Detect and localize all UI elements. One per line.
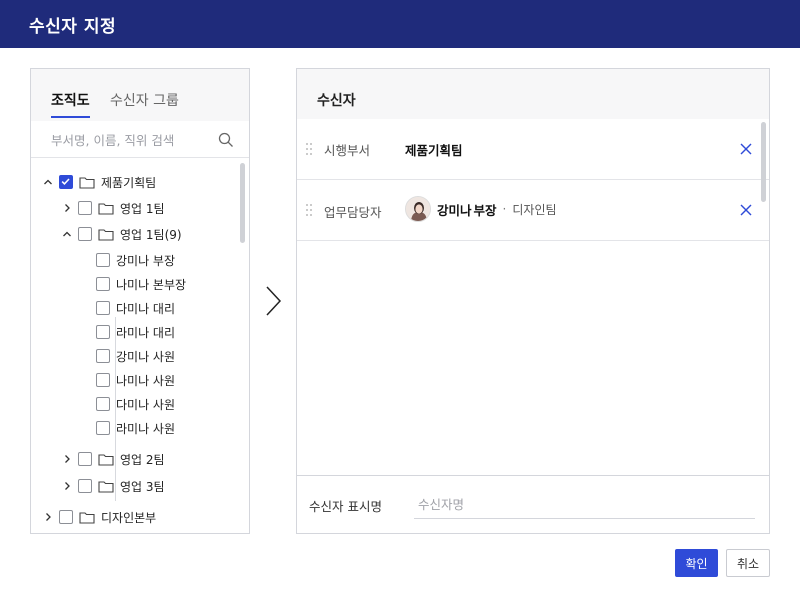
tree-node-dept[interactable]: 영업 2팀 <box>60 448 165 470</box>
checkbox[interactable] <box>96 397 110 411</box>
org-chart-panel: 조직도 수신자 그룹 제품기획팀 영업 1팀 영업 1팀 <box>30 68 250 534</box>
checkbox[interactable] <box>59 510 73 524</box>
tree-guide-line <box>115 317 116 501</box>
checkbox[interactable] <box>96 349 110 363</box>
dialog-title: 수신자 지정 <box>29 17 117 37</box>
folder-icon <box>98 480 114 493</box>
display-name-label: 수신자 표시명 <box>309 499 382 514</box>
tree-node-label: 영업 2팀 <box>120 452 165 467</box>
checkbox-checked[interactable] <box>59 175 73 189</box>
folder-icon <box>98 228 114 241</box>
recipient-role: 시행부서 <box>324 143 371 158</box>
tree-node-label: 나미나 사원 <box>116 373 176 388</box>
confirm-button[interactable]: 확인 <box>675 549 718 577</box>
tree-node-person[interactable]: 나미나 사원 <box>96 369 175 391</box>
folder-icon <box>79 176 95 189</box>
tree-node-person[interactable]: 라미나 사원 <box>96 417 175 439</box>
tab-recipient-group[interactable]: 수신자 그룹 <box>110 90 179 110</box>
org-tree: 제품기획팀 영업 1팀 영업 1팀(9) 강미나 부장 나미나 본부장 다미나 … <box>31 159 249 533</box>
recipient-role: 업무담당자 <box>324 205 382 220</box>
tree-node-label: 라미나 사원 <box>116 421 176 436</box>
recipients-scrollbar[interactable] <box>761 122 766 202</box>
remove-icon[interactable] <box>739 203 753 217</box>
tree-scrollbar[interactable] <box>240 163 245 243</box>
checkbox[interactable] <box>96 301 110 315</box>
avatar <box>405 196 431 222</box>
tree-node-label: 강미나 사원 <box>116 349 176 364</box>
drag-handle-icon[interactable] <box>305 203 313 217</box>
tree-node-dept[interactable]: 제품기획팀 <box>41 171 156 193</box>
checkbox[interactable] <box>78 452 92 466</box>
dialog-titlebar: 수신자 지정 <box>0 0 800 48</box>
tree-node-dept[interactable]: 영업 1팀 <box>60 197 165 219</box>
chevron-up-icon[interactable] <box>60 227 74 241</box>
tree-node-person[interactable]: 강미나 부장 <box>96 249 175 271</box>
checkbox[interactable] <box>96 421 110 435</box>
folder-icon <box>98 453 114 466</box>
tree-node-dept[interactable]: 디자인본부 <box>41 506 156 528</box>
chevron-up-icon[interactable] <box>41 175 55 189</box>
active-tab-indicator <box>51 116 90 118</box>
tree-node-person[interactable]: 강미나 사원 <box>96 345 175 367</box>
tree-node-person[interactable]: 다미나 대리 <box>96 297 175 319</box>
tree-node-person[interactable]: 다미나 사원 <box>96 393 175 415</box>
chevron-right-icon[interactable] <box>60 452 74 466</box>
checkbox[interactable] <box>96 277 110 291</box>
panel-tabs: 조직도 수신자 그룹 <box>31 69 249 121</box>
recipient-name: 제품기획팀 <box>405 143 463 158</box>
tree-node-label: 다미나 대리 <box>116 301 176 316</box>
cancel-button[interactable]: 취소 <box>726 549 770 577</box>
add-recipient-arrow-icon[interactable] <box>262 284 284 318</box>
display-name-input[interactable] <box>414 490 755 519</box>
recipient-row[interactable]: 업무담당자 강미나 부장 · 디자인팀 <box>297 180 769 241</box>
tree-node-label: 제품기획팀 <box>101 175 157 190</box>
tree-node-label: 라미나 대리 <box>116 325 176 340</box>
separator-dot: · <box>502 202 507 216</box>
tree-node-label: 디자인본부 <box>101 510 157 525</box>
tree-node-label: 다미나 사원 <box>116 397 176 412</box>
search-icon[interactable] <box>218 132 234 148</box>
drag-handle-icon[interactable] <box>305 142 313 156</box>
tree-node-label: 나미나 본부장 <box>116 277 187 292</box>
checkbox[interactable] <box>78 227 92 241</box>
recipients-panel: 수신자 시행부서 제품기획팀 업무담당자 강미나 부장 · 디자인팀 수신자 표… <box>296 68 770 534</box>
chevron-right-icon[interactable] <box>41 510 55 524</box>
recipient-person-position: 부장 <box>473 202 497 218</box>
tree-node-label: 강미나 부장 <box>116 253 176 268</box>
checkbox[interactable] <box>96 325 110 339</box>
checkbox[interactable] <box>78 479 92 493</box>
folder-icon <box>98 202 114 215</box>
chevron-right-icon[interactable] <box>60 479 74 493</box>
tree-node-dept[interactable]: 영업 3팀 <box>60 475 165 497</box>
recipients-title: 수신자 <box>317 93 356 109</box>
tree-node-label: 영업 3팀 <box>120 479 165 494</box>
recipient-person-name: 강미나 <box>437 202 472 218</box>
tree-node-person[interactable]: 라미나 대리 <box>96 321 175 343</box>
display-name-row: 수신자 표시명 <box>297 475 769 533</box>
recipient-person: 강미나 부장 · 디자인팀 <box>405 196 557 222</box>
tree-node-person[interactable]: 나미나 본부장 <box>96 273 186 295</box>
tab-org-chart[interactable]: 조직도 <box>51 90 90 110</box>
search-bar <box>31 121 249 158</box>
chevron-right-icon[interactable] <box>60 201 74 215</box>
checkbox[interactable] <box>96 253 110 267</box>
recipient-row[interactable]: 시행부서 제품기획팀 <box>297 119 769 180</box>
remove-icon[interactable] <box>739 142 753 156</box>
tree-node-dept[interactable]: 영업 1팀(9) <box>60 223 182 245</box>
recipient-person-team: 디자인팀 <box>512 202 557 217</box>
search-input[interactable] <box>51 129 211 151</box>
checkbox[interactable] <box>78 201 92 215</box>
recipients-header: 수신자 <box>297 69 769 119</box>
folder-icon <box>79 511 95 524</box>
tree-node-label: 영업 1팀 <box>120 201 165 216</box>
tree-node-label: 영업 1팀(9) <box>120 227 182 242</box>
checkbox[interactable] <box>96 373 110 387</box>
